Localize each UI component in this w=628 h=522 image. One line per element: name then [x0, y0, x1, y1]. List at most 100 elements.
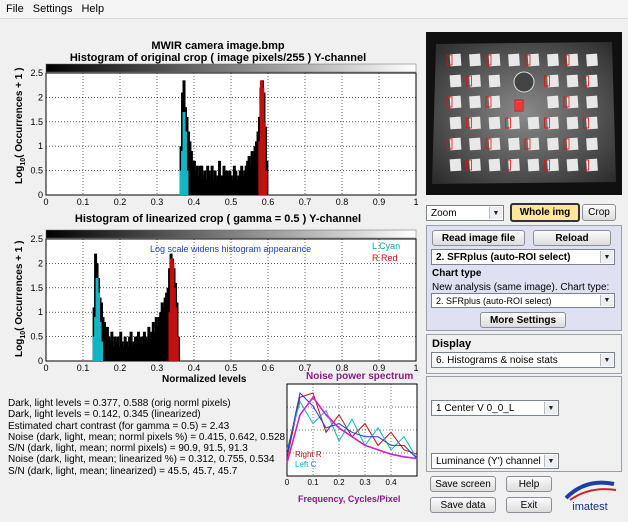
zoom-select[interactable]: Zoom ▼ [426, 205, 504, 221]
y-tick-label: 0.5 [30, 166, 43, 176]
noise-plot-xlabel: Frequency, Cycles/Pixel [298, 494, 401, 504]
y-tick-label: 0 [38, 190, 43, 200]
chart-square [508, 158, 520, 172]
save-screen-button[interactable]: Save screen [430, 476, 496, 492]
x-tick-label: 0.4 [188, 197, 201, 207]
chart-type-text: New analysis (same image). Chart type: [432, 282, 610, 293]
x-tick-label: 0 [285, 478, 290, 487]
noise-power-plot: 0 0.1 0.2 0.3 0.4 Right R Left C [285, 383, 418, 487]
chart-square [547, 53, 559, 67]
menu-settings[interactable]: Settings [33, 3, 73, 15]
y-tick-label: 1 [38, 141, 43, 151]
chart-square [449, 158, 462, 172]
y-tick-label: 2.5 [30, 234, 43, 244]
y-tick-label: 0.5 [30, 332, 43, 342]
chart-square [488, 95, 501, 109]
histogram-bar [100, 341, 103, 361]
menu-help[interactable]: Help [81, 3, 104, 15]
chevron-down-icon: ▼ [600, 354, 613, 366]
reload-button[interactable]: Reload [533, 230, 611, 246]
legend-cyan: L Cyan [372, 241, 400, 251]
chevron-down-icon: ▼ [544, 402, 557, 414]
chart-type-select-value: 2. SFRplus (auto-ROI select) [436, 295, 552, 306]
x-tick-label: 0.5 [225, 197, 238, 207]
menu-bar: File Settings Help [0, 0, 628, 19]
stat-line: Noise (dark, light, mean; norml pixels %… [8, 431, 286, 443]
chart-square [449, 95, 462, 109]
x-tick-label: 0.1 [77, 363, 90, 373]
imatest-logo: imatest [560, 474, 620, 516]
x-tick-label: 0.8 [336, 197, 349, 207]
stat-line: S/N (dark, light, mean; norml pixels) = … [8, 443, 248, 455]
x-tick-label: 0.1 [307, 478, 319, 487]
image-preview[interactable] [426, 32, 622, 195]
chart-square [449, 116, 462, 130]
chart-square [586, 95, 598, 109]
chart-square [449, 137, 462, 151]
x-tick-label: 1 [413, 363, 418, 373]
chart-square [547, 74, 559, 88]
bottom-histogram: 0 0.1 0.2 0.3 0.4 0.5 0.6 0.7 0.8 0.9 100.511.522.… [30, 229, 419, 373]
exit-button[interactable]: Exit [506, 497, 552, 513]
y-tick-label: 2.5 [30, 68, 43, 78]
help-button[interactable]: Help [506, 476, 552, 492]
x-tick-label: 0.2 [333, 478, 345, 487]
x-tick-label: 0.7 [299, 197, 312, 207]
x-tick-label: 0 [43, 363, 48, 373]
read-image-file-button[interactable]: Read image file [432, 230, 525, 246]
whole-img-button[interactable]: Whole img [510, 203, 580, 222]
histogram-bar [175, 336, 179, 361]
chart-square [488, 137, 501, 151]
menu-file[interactable]: File [6, 3, 24, 15]
chart-square [547, 95, 559, 109]
chart-square [566, 95, 579, 109]
x-tick-label: 0.2 [114, 197, 127, 207]
chart-type-select[interactable]: 2. SFRplus (auto-ROI select) ▼ [431, 293, 615, 308]
analysis-select[interactable]: 2. SFRplus (auto-ROI select) ▼ [431, 249, 615, 265]
chart-square [566, 74, 579, 88]
test-chart-image [432, 42, 616, 184]
x-tick-label: 0.1 [77, 197, 90, 207]
display-select[interactable]: 6. Histograms & noise stats ▼ [431, 352, 615, 368]
chart-square [547, 137, 559, 151]
histogram-annotation: Log scale widens histogram appearance [150, 244, 311, 254]
chart-square [508, 116, 520, 130]
zoom-select-value: Zoom [431, 207, 457, 219]
bottom-histogram-xlabel: Normalized levels [162, 374, 247, 385]
chevron-down-icon: ▼ [544, 455, 557, 467]
stat-line: S/N (dark, light, mean; linearized) = 45… [8, 465, 238, 477]
crop-button[interactable]: Crop [582, 204, 616, 221]
noise-legend-right: Right R [295, 450, 322, 459]
y-tick-label: 1.5 [30, 117, 43, 127]
chart-square [469, 137, 481, 151]
x-tick-label: 0.6 [262, 363, 275, 373]
top-histogram: 0 0.1 0.2 0.3 0.4 0.5 0.6 0.7 0.8 0.9 1 0 0.5 1 1.5 2 2.… [30, 63, 419, 207]
chart-square [488, 116, 501, 130]
chevron-down-icon: ▼ [600, 251, 613, 263]
save-data-button[interactable]: Save data [430, 497, 496, 513]
chart-square [566, 116, 579, 130]
x-tick-label: 0.4 [385, 478, 397, 487]
stat-line: Dark, light levels = 0.377, 0.588 (orig … [8, 398, 231, 409]
chart-square [508, 53, 520, 67]
x-tick-label: 0.4 [188, 363, 201, 373]
chart-square [566, 158, 579, 172]
chart-square [586, 74, 598, 88]
x-tick-label: 0.3 [151, 197, 164, 207]
logo-swoosh-icon [564, 480, 617, 501]
channel-select[interactable]: Luminance (Y') channel ▼ [431, 453, 559, 469]
chart-type-heading: Chart type [432, 268, 482, 279]
y-tick-label: 2 [38, 92, 43, 102]
histogram-bar [185, 170, 189, 195]
region-select[interactable]: 1 Center V 0_0_L ▼ [431, 400, 559, 416]
chevron-down-icon: ▼ [489, 207, 502, 219]
display-select-value: 6. Histograms & noise stats [436, 354, 558, 366]
channel-select-value: Luminance (Y') channel [436, 455, 541, 467]
chart-square [469, 95, 481, 109]
y-tick-label: 1 [38, 307, 43, 317]
chart-square [527, 116, 540, 130]
chart-square [469, 53, 481, 67]
more-settings-button[interactable]: More Settings [480, 312, 566, 328]
chart-square [586, 116, 598, 130]
y-tick-label: 2 [38, 258, 43, 268]
